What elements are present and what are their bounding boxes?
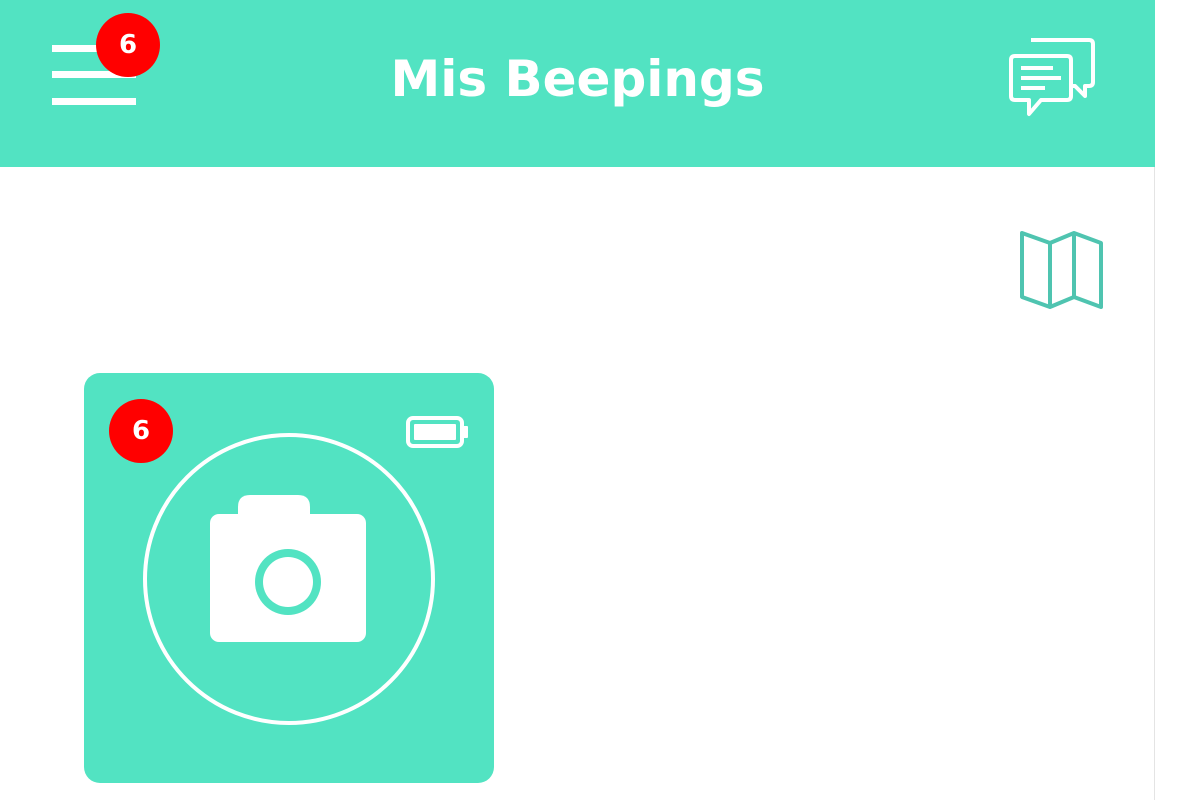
chat-button[interactable] xyxy=(1005,36,1097,120)
app-header: 6 Mis Beepings xyxy=(0,0,1155,167)
camera-icon xyxy=(143,433,435,725)
chat-bubbles-icon xyxy=(1009,38,1095,116)
page-title: Mis Beepings xyxy=(390,50,765,108)
app-screen: 6 Mis Beepings 6 xyxy=(0,0,1155,800)
folded-map-icon xyxy=(1020,231,1103,309)
beeping-tile[interactable]: 6 xyxy=(84,373,494,783)
map-view-button[interactable] xyxy=(1015,225,1109,315)
